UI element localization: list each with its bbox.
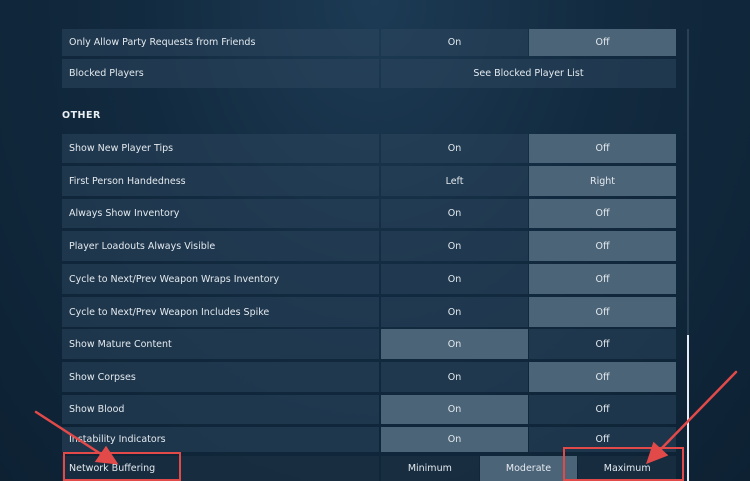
arrow-left-head bbox=[94, 445, 119, 465]
annotation-arrows bbox=[34, 370, 738, 465]
arrow-left-line bbox=[34, 410, 106, 458]
arrow-right-line bbox=[658, 370, 738, 452]
